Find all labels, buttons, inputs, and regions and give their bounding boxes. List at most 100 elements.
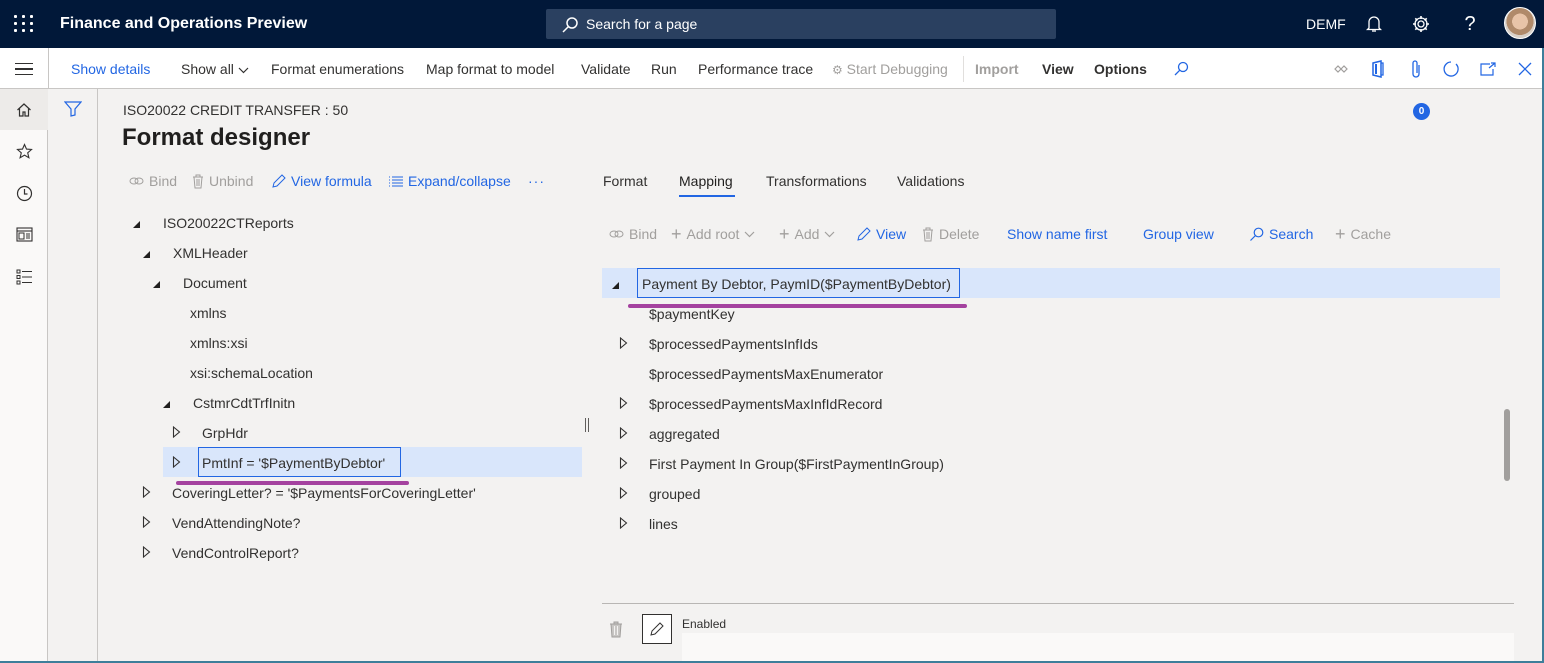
- chevron-down-icon: [825, 231, 835, 237]
- add-button[interactable]: + Add: [779, 225, 835, 243]
- search-icon[interactable]: [1170, 58, 1192, 80]
- tree-node[interactable]: GrpHdr: [172, 418, 248, 448]
- tree-node[interactable]: grouped: [619, 479, 700, 509]
- edit-button[interactable]: [642, 614, 672, 644]
- collapsed-triangle-icon[interactable]: [172, 425, 184, 441]
- expanded-triangle-icon[interactable]: [143, 245, 155, 261]
- recent-clock-icon[interactable]: [0, 173, 48, 214]
- tree-node[interactable]: CstmrCdtTrfInitn: [163, 388, 295, 418]
- tree-node[interactable]: VendControlReport?: [142, 538, 299, 568]
- unbind-button[interactable]: Unbind: [192, 173, 253, 189]
- delete-button[interactable]: Delete: [922, 226, 979, 242]
- search-input[interactable]: Search for a page: [546, 9, 1056, 39]
- collapsed-triangle-icon[interactable]: [619, 516, 631, 532]
- collapsed-triangle-icon[interactable]: [172, 455, 184, 471]
- performance-trace-button[interactable]: Performance trace: [698, 61, 813, 77]
- group-view-button[interactable]: Group view: [1143, 226, 1214, 242]
- collapsed-triangle-icon[interactable]: [619, 336, 631, 352]
- show-details-button[interactable]: Show details: [71, 61, 150, 77]
- view-menu[interactable]: View: [1042, 61, 1074, 77]
- tree-node[interactable]: $processedPaymentsInfIds: [619, 329, 818, 359]
- gears-icon: ⚙: [832, 63, 843, 77]
- tree-node-label: VendControlReport?: [172, 545, 299, 561]
- expanded-triangle-icon[interactable]: [133, 215, 145, 231]
- pane-splitter-handle[interactable]: [585, 418, 589, 432]
- app-title[interactable]: Finance and Operations Preview: [60, 15, 307, 33]
- mapping-search-button[interactable]: Search: [1249, 226, 1313, 242]
- trash-icon[interactable]: [609, 621, 623, 641]
- tree-node[interactable]: xmlns: [160, 298, 227, 328]
- collapsed-triangle-icon[interactable]: [619, 426, 631, 442]
- hamburger-menu-icon[interactable]: [15, 63, 33, 75]
- tree-node[interactable]: PmtInf = '$PaymentByDebtor': [172, 448, 385, 478]
- show-all-button[interactable]: Show all: [181, 61, 249, 77]
- bind-button[interactable]: Bind: [129, 173, 177, 189]
- open-in-new-window-icon[interactable]: [1477, 58, 1499, 80]
- show-all-label: Show all: [181, 61, 234, 77]
- attachment-icon[interactable]: [1405, 58, 1427, 80]
- modules-list-icon[interactable]: [0, 256, 48, 297]
- tab-mapping[interactable]: Mapping: [679, 173, 733, 189]
- add-label: Add: [794, 226, 820, 242]
- tree-node[interactable]: Payment By Debtor, PaymID($PaymentByDebt…: [612, 269, 951, 299]
- format-enumerations-button[interactable]: Format enumerations: [271, 61, 404, 77]
- collapsed-triangle-icon[interactable]: [619, 396, 631, 412]
- tree-node-label: CstmrCdtTrfInitn: [193, 395, 296, 411]
- gear-icon[interactable]: [1409, 12, 1433, 36]
- tree-node[interactable]: aggregated: [619, 419, 720, 449]
- import-menu[interactable]: Import: [975, 61, 1019, 77]
- workspaces-icon[interactable]: [0, 214, 48, 255]
- favorites-star-icon[interactable]: [0, 131, 48, 172]
- close-icon[interactable]: [1514, 58, 1536, 80]
- show-name-first-button[interactable]: Show name first: [1007, 226, 1107, 242]
- pencil-icon: [857, 227, 871, 241]
- tree-node[interactable]: $processedPaymentsMaxInfIdRecord: [619, 389, 882, 419]
- collapsed-triangle-icon[interactable]: [619, 456, 631, 472]
- tab-validations[interactable]: Validations: [897, 173, 964, 189]
- app-launcher-icon[interactable]: [14, 15, 34, 33]
- expanded-triangle-icon[interactable]: [163, 395, 175, 411]
- collapsed-triangle-icon[interactable]: [142, 485, 154, 501]
- cache-button[interactable]: + Cache: [1335, 225, 1391, 243]
- tree-node[interactable]: xsi:schemaLocation: [160, 358, 313, 388]
- collapsed-triangle-icon[interactable]: [619, 486, 631, 502]
- tree-node[interactable]: $processedPaymentsMaxEnumerator: [619, 359, 883, 389]
- enabled-field[interactable]: [682, 633, 1514, 663]
- mapping-bind-button[interactable]: Bind: [609, 226, 657, 242]
- collapsed-triangle-icon[interactable]: [142, 515, 154, 531]
- tree-node[interactable]: First Payment In Group($FirstPaymentInGr…: [619, 449, 944, 479]
- tab-format[interactable]: Format: [603, 173, 647, 189]
- company-picker[interactable]: DEMF: [1306, 16, 1346, 32]
- tree-node[interactable]: ISO20022CTReports: [133, 208, 294, 238]
- vertical-scrollbar[interactable]: [1504, 409, 1510, 481]
- bell-icon[interactable]: [1362, 12, 1386, 36]
- expanded-triangle-icon[interactable]: [612, 276, 624, 292]
- run-button[interactable]: Run: [651, 61, 677, 77]
- map-format-to-model-button[interactable]: Map format to model: [426, 61, 554, 77]
- add-root-button[interactable]: + Add root: [671, 225, 755, 243]
- user-avatar[interactable]: [1504, 7, 1536, 39]
- collapsed-triangle-icon[interactable]: [142, 545, 154, 561]
- validate-button[interactable]: Validate: [581, 61, 631, 77]
- tree-node[interactable]: Document: [153, 268, 247, 298]
- tree-node-label: $processedPaymentsMaxEnumerator: [649, 366, 884, 382]
- view-button[interactable]: View: [857, 226, 906, 242]
- office-icon[interactable]: [1367, 58, 1389, 80]
- start-debugging-button[interactable]: ⚙ Start Debugging: [832, 61, 948, 77]
- connector-icon[interactable]: [1330, 58, 1352, 80]
- expanded-triangle-icon[interactable]: [153, 275, 165, 291]
- more-options-button[interactable]: ···: [528, 173, 545, 189]
- help-icon[interactable]: ?: [1458, 12, 1482, 36]
- options-menu[interactable]: Options: [1094, 61, 1147, 77]
- tree-node[interactable]: xmlns:xsi: [160, 328, 248, 358]
- tab-transformations[interactable]: Transformations: [766, 173, 867, 189]
- expand-collapse-button[interactable]: Expand/collapse: [389, 173, 511, 189]
- refresh-icon[interactable]: [1440, 58, 1462, 80]
- tree-node[interactable]: XMLHeader: [143, 238, 248, 268]
- home-icon[interactable]: [0, 89, 48, 130]
- filter-icon[interactable]: [63, 101, 83, 120]
- expand-collapse-label: Expand/collapse: [408, 173, 511, 189]
- view-formula-button[interactable]: View formula: [272, 173, 372, 189]
- tree-node[interactable]: VendAttendingNote?: [142, 508, 300, 538]
- tree-node[interactable]: lines: [619, 509, 678, 539]
